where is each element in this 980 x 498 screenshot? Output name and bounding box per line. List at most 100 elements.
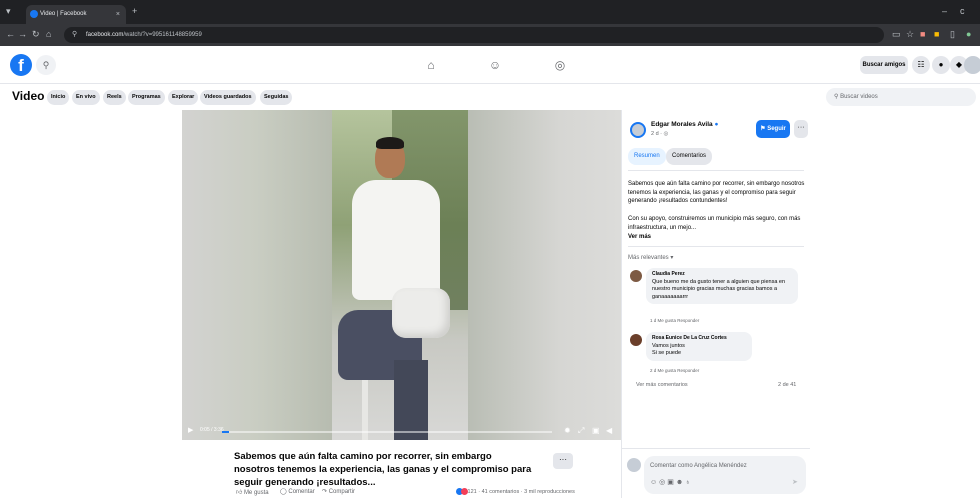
tab-title: Video | Facebook bbox=[40, 11, 87, 17]
browser-tab[interactable]: Video | Facebook × bbox=[26, 5, 126, 24]
like-button[interactable]: 👍︎ Me gusta bbox=[236, 488, 269, 496]
video-search-placeholder: Buscar videos bbox=[840, 94, 878, 100]
comment-count: 2 de 41 bbox=[778, 382, 797, 388]
verified-badge-icon: ● bbox=[714, 121, 719, 128]
url-path: /watch/?v=995161148859959 bbox=[123, 32, 202, 38]
author-avatar[interactable] bbox=[630, 122, 646, 138]
play-icon[interactable]: ▶ bbox=[188, 426, 193, 434]
comment-placeholder: Comentar como Angélica Menéndez bbox=[650, 463, 747, 469]
author-name[interactable]: Edgar Morales Avila ● bbox=[651, 121, 718, 128]
settings-gear-icon[interactable]: ✹ bbox=[564, 426, 571, 435]
new-tab-icon[interactable]: + bbox=[132, 6, 137, 16]
share-button[interactable]: ↷ Compartir bbox=[322, 488, 355, 495]
expand-icon[interactable]: ⤢ bbox=[578, 426, 584, 436]
home-nav-icon[interactable]: ⌂ bbox=[422, 56, 440, 74]
browser-toolbar: ← → ↻ ⌂ ⚲ facebook.com/watch/?v=99516114… bbox=[0, 24, 980, 46]
search-icon[interactable]: ⚲ bbox=[36, 55, 56, 75]
commenter-avatar[interactable] bbox=[630, 270, 642, 282]
follow-button[interactable]: ⚑ Seguir bbox=[756, 120, 790, 138]
comment-sort-dropdown[interactable]: Más relevantes ▾ bbox=[628, 254, 673, 261]
person-shirt bbox=[352, 180, 440, 300]
post-description: Sabemos que aún falta camino por recorre… bbox=[628, 181, 805, 204]
caption-more-button[interactable]: ··· bbox=[553, 453, 573, 469]
comment-meta[interactable]: 2 d Me gusta Responder bbox=[650, 368, 699, 373]
video-blur-right bbox=[468, 110, 621, 440]
home-icon[interactable]: ⌂ bbox=[46, 29, 51, 39]
tab-summary[interactable]: Resumen bbox=[628, 148, 666, 165]
video-search-input[interactable]: ⚲ Buscar videos bbox=[826, 88, 976, 106]
find-friends-button[interactable]: Buscar amigos bbox=[860, 56, 908, 74]
video-caption: Sabemos que aún falta camino por recorre… bbox=[234, 451, 532, 488]
tab-videos-guardados[interactable]: Videos guardados bbox=[200, 90, 256, 105]
cushion bbox=[392, 288, 450, 338]
address-bar[interactable]: ⚲ facebook.com/watch/?v=995161148859959 bbox=[64, 27, 884, 43]
commenter-name[interactable]: Claudia Perez bbox=[652, 271, 792, 279]
follow-label: Seguir bbox=[767, 126, 786, 132]
extension-icon[interactable]: ■ bbox=[920, 29, 925, 39]
tab-comments[interactable]: Comentarios bbox=[666, 148, 713, 165]
url-domain: facebook.com bbox=[86, 32, 124, 38]
comment-meta[interactable]: 1 d Me gusta Responder bbox=[650, 318, 699, 323]
video-blur-left bbox=[182, 110, 332, 440]
divider bbox=[628, 170, 804, 171]
share-label: Compartir bbox=[328, 489, 356, 495]
see-more-link[interactable]: Ver más bbox=[628, 234, 651, 240]
tab-seguidas[interactable]: Seguidas bbox=[260, 90, 293, 105]
post-time: 2 d · ◎ bbox=[651, 131, 669, 137]
facebook-header: f ⚲ ⌂ ☺ ◎ Buscar amigos ☷ ● ◆ bbox=[0, 46, 980, 84]
picture-in-picture-icon[interactable]: ▣ bbox=[592, 426, 600, 435]
video-frame bbox=[332, 110, 468, 440]
divider bbox=[622, 448, 810, 449]
back-icon[interactable]: ← bbox=[6, 29, 15, 39]
view-more-comments-link[interactable]: Ver más comentarios bbox=[636, 382, 688, 388]
menu-grid-icon[interactable]: ☷ bbox=[912, 56, 930, 74]
post-side-panel: Edgar Morales Avila ● 2 d · ◎ ⚑ Seguir ·… bbox=[621, 110, 810, 498]
commenter-avatar[interactable] bbox=[630, 334, 642, 346]
commenter-name[interactable]: Rosa Eunice De La Cruz Cortes bbox=[652, 335, 746, 343]
divider bbox=[628, 246, 804, 247]
account-avatar[interactable] bbox=[964, 56, 980, 74]
window-close-icon[interactable]: c bbox=[960, 6, 965, 16]
video-player[interactable]: ▶ 0:05 / 3:36 ✹ ⤢ ▣ ◀ bbox=[182, 110, 621, 440]
tab-reels[interactable]: Reels bbox=[103, 90, 126, 105]
facebook-logo-icon[interactable]: f bbox=[10, 54, 32, 76]
video-timecode: 0:05 / 3:36 bbox=[200, 427, 224, 433]
comment-bubble: Rosa Eunice De La Cruz Cortes Vamos junt… bbox=[646, 332, 752, 361]
video-progress-bar[interactable] bbox=[222, 431, 552, 433]
post-options-button[interactable]: ··· bbox=[794, 120, 808, 138]
window-minimize-icon[interactable]: – bbox=[942, 6, 947, 16]
comment-input[interactable]: Comentar como Angélica Menéndez ☺◎▣☻♁ ➤ bbox=[644, 456, 806, 494]
comment-text: Vamos juntos Si se puede bbox=[652, 342, 685, 357]
like-label: Me gusta bbox=[243, 490, 269, 496]
messenger-icon[interactable]: ● bbox=[932, 56, 950, 74]
site-info-icon[interactable]: ⚲ bbox=[72, 27, 77, 43]
tab-en-vivo[interactable]: En vivo bbox=[72, 90, 100, 105]
profile-icon[interactable]: ● bbox=[966, 29, 971, 39]
author-name-text: Edgar Morales Avila bbox=[651, 121, 713, 128]
extension-icon[interactable]: ■ bbox=[934, 29, 939, 39]
post-description-continued: Con su apoyo, construiremos un municipio… bbox=[628, 216, 801, 231]
reaction-stats-text: 121 · 41 comentarios · 3 mil reproduccio… bbox=[467, 488, 575, 495]
reload-icon[interactable]: ↻ bbox=[32, 29, 40, 40]
facebook-favicon-icon bbox=[30, 10, 38, 18]
cast-icon[interactable]: ▭ bbox=[892, 29, 901, 40]
tab-inicio[interactable]: Inicio bbox=[47, 90, 70, 105]
bookmark-star-icon[interactable]: ☆ bbox=[906, 29, 914, 40]
comment-attachment-icons[interactable]: ☺◎▣☻♁ bbox=[650, 478, 692, 486]
person-hair bbox=[376, 137, 404, 149]
forward-icon[interactable]: → bbox=[18, 29, 27, 39]
friends-nav-icon[interactable]: ☺ bbox=[486, 56, 504, 74]
comment-text: Que bueno me da gusto tener a alguien qu… bbox=[652, 278, 786, 300]
send-icon[interactable]: ➤ bbox=[792, 478, 798, 486]
extensions-menu-icon[interactable]: ▯ bbox=[950, 29, 955, 40]
reaction-stats[interactable]: 121 · 41 comentarios · 3 mil reproduccio… bbox=[456, 488, 575, 495]
volume-icon[interactable]: ◀ bbox=[606, 426, 612, 435]
browser-tab-bar: ▾ Video | Facebook × + – c bbox=[0, 0, 980, 24]
comment-button[interactable]: ◯ Comentar bbox=[280, 488, 315, 495]
groups-nav-icon[interactable]: ◎ bbox=[551, 56, 569, 74]
video-progress-fill bbox=[222, 431, 229, 433]
tab-explorar[interactable]: Explorar bbox=[168, 90, 199, 105]
tab-programas[interactable]: Programas bbox=[128, 90, 165, 105]
tab-close-icon[interactable]: × bbox=[116, 5, 120, 24]
tab-list-icon[interactable]: ▾ bbox=[6, 6, 11, 17]
